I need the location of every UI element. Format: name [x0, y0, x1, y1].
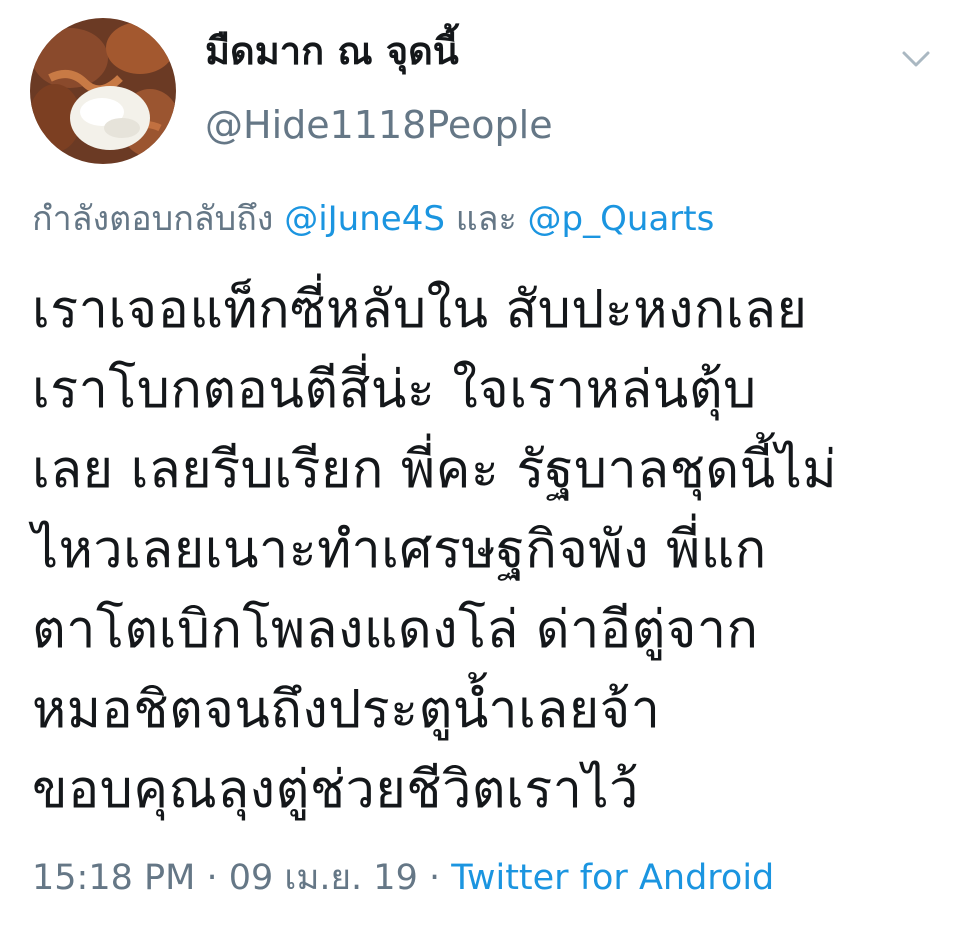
display-name[interactable]: มืดมาก ณ จุดนี้ — [205, 26, 459, 76]
tweet-card: มืดมาก ณ จุดนี้ @Hide1118People กำลังตอบ… — [0, 0, 960, 940]
tweet-text-line: เราเจอแท็กซี่หลับใน สับปะหงกเลย — [32, 280, 808, 340]
tweet-text-line: เราโบกตอนตีสี่น่ะ ใจเราหล่นตุ้บ — [32, 360, 757, 420]
mention-link-1[interactable]: @iJune4S — [284, 199, 445, 239]
tweet-text-line: ตาโตเบิกโพลงแดงโล่ ด่าอีตู่จาก — [32, 600, 759, 660]
user-avatar[interactable] — [30, 18, 176, 164]
reply-conjunction: และ — [455, 199, 517, 239]
reply-prefix: กำลังตอบกลับถึง — [32, 199, 274, 239]
tweet-meta: 15:18 PM · 09 เม.ย. 19 · Twitter for And… — [32, 848, 774, 908]
tweet-source-link[interactable]: Twitter for Android — [451, 858, 774, 898]
tweet-text-line: ไหวเลยเนาะทำเศรษฐกิจพัง พี่แก — [32, 520, 767, 580]
reply-context: กำลังตอบกลับถึง @iJune4S และ @p_Quarts — [32, 193, 714, 245]
mention-link-2[interactable]: @p_Quarts — [528, 199, 715, 239]
tweet-text-line: ขอบคุณลุงตู่ช่วยชีวิตเราไว้ — [32, 760, 639, 820]
meta-separator: · — [428, 858, 441, 898]
tweet-text: เราเจอแท็กซี่หลับใน สับปะหงกเลย เราโบกตอ… — [32, 270, 937, 830]
tweet-time[interactable]: 15:18 PM — [32, 858, 195, 898]
tweet-text-line: หมอชิตจนถึงประตูน้ำเลยจ้า — [32, 680, 661, 740]
chevron-down-icon — [902, 51, 930, 67]
tweet-menu-button[interactable] — [896, 42, 936, 76]
user-handle[interactable]: @Hide1118People — [205, 100, 553, 150]
tweet-date[interactable]: 09 เม.ย. 19 — [229, 858, 418, 898]
meta-separator: · — [206, 858, 218, 898]
tweet-text-line: เลย เลยรีบเรียก พี่คะ รัฐบาลชุดนี้ไม่ — [32, 440, 838, 500]
